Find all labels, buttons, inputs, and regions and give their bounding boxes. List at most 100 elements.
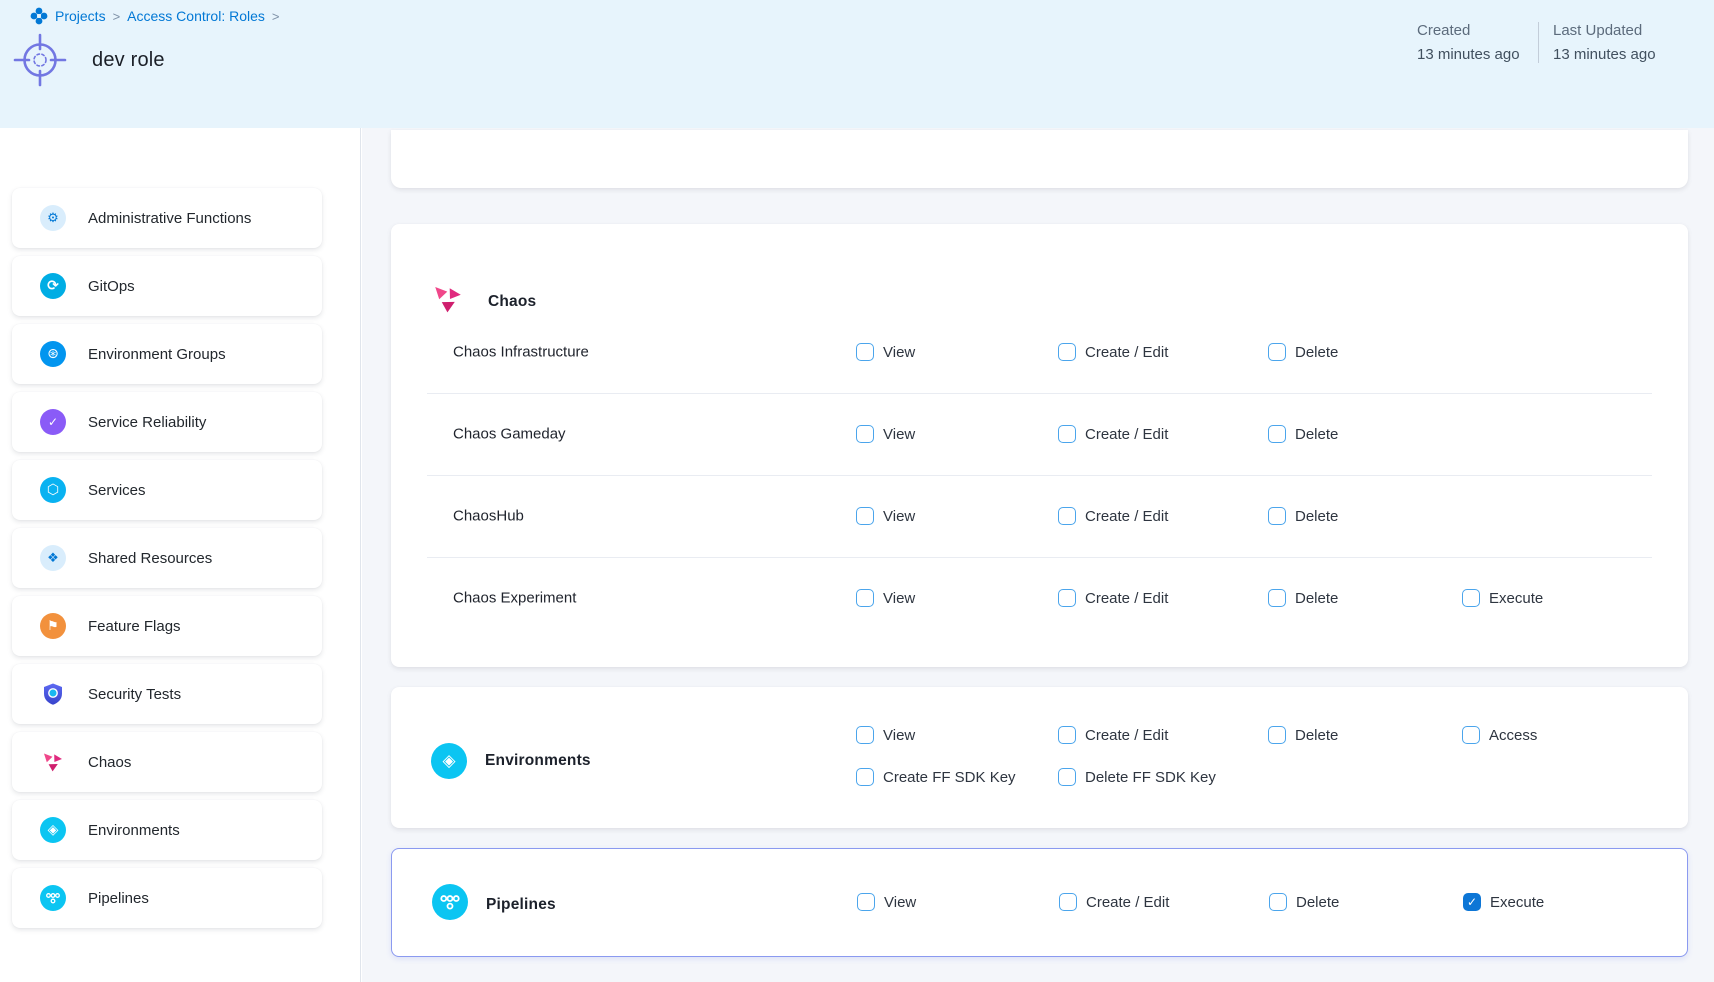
chaos-icon [40,749,66,775]
resource-label: Chaos Infrastructure [453,344,589,361]
permission-row-chaos-infrastructure: Chaos Infrastructure View Create / Edit … [391,311,1688,393]
checkbox-create-edit[interactable]: Create / Edit [1058,589,1168,607]
checkbox-label: Create FF SDK Key [883,769,1016,786]
sidebar-item-label: Environments [88,822,180,839]
checkbox-label: View [883,344,915,361]
checkbox-delete[interactable]: Delete [1269,893,1339,911]
checkbox-create-edit[interactable]: Create / Edit [1058,507,1168,525]
pipelines-permissions-card: Pipelines View Create / Edit Delete ✓ Ex… [391,848,1688,957]
gitops-icon: ⟳ [40,273,66,299]
checkbox-label: Delete FF SDK Key [1085,769,1216,786]
checkbox-box[interactable] [1268,726,1286,744]
checkbox-label: View [883,727,915,744]
checkbox-box[interactable] [856,343,874,361]
checkbox-view[interactable]: View [856,726,915,744]
meta-divider [1538,22,1539,63]
checkbox-label: Execute [1490,894,1544,911]
checkbox-box[interactable] [1058,507,1076,525]
checkbox-box[interactable] [1462,726,1480,744]
permission-row-chaos-gameday: Chaos Gameday View Create / Edit Delete [391,393,1688,475]
breadcrumb: Projects > Access Control: Roles > [30,7,279,25]
checkbox-box[interactable] [856,507,874,525]
checkbox-label: Delete [1295,508,1338,525]
checkbox-box[interactable] [1059,893,1077,911]
checkbox-label: Delete [1295,590,1338,607]
checkbox-create-edit[interactable]: Create / Edit [1058,425,1168,443]
checkbox-box-checked[interactable]: ✓ [1463,893,1481,911]
checkbox-create-edit[interactable]: Create / Edit [1058,726,1168,744]
checkbox-label: Create / Edit [1085,344,1168,361]
checkbox-access[interactable]: Access [1462,726,1537,744]
checkbox-label: View [884,894,916,911]
checkbox-box[interactable] [856,589,874,607]
sidebar-item-service-reliability[interactable]: ✓ Service Reliability [12,392,322,452]
checkbox-delete[interactable]: Delete [1268,343,1338,361]
checkbox-box[interactable] [1462,589,1480,607]
checkbox-box[interactable] [1058,726,1076,744]
sidebar-item-label: Environment Groups [88,346,226,363]
last-updated-value: 13 minutes ago [1553,46,1656,63]
checkbox-label: View [883,508,915,525]
checkbox-box[interactable] [1269,893,1287,911]
check-icon: ✓ [1467,895,1477,909]
checkbox-view[interactable]: View [856,425,915,443]
checkbox-delete[interactable]: Delete [1268,425,1338,443]
sidebar-item-pipelines[interactable]: Pipelines [12,868,322,928]
sidebar-item-shared-resources[interactable]: ❖ Shared Resources [12,528,322,588]
sidebar-item-services[interactable]: ⬡ Services [12,460,322,520]
pipelines-icon [40,885,66,911]
checkbox-execute-checked[interactable]: ✓ Execute [1463,893,1544,911]
sidebar-item-label: Service Reliability [88,414,206,431]
sidebar-item-environment-groups[interactable]: ⊛ Environment Groups [12,324,322,384]
sidebar-item-administrative-functions[interactable]: ⚙ Administrative Functions [12,188,322,248]
checkbox-label: Delete [1296,894,1339,911]
checkbox-label: Execute [1489,590,1543,607]
checkbox-view[interactable]: View [857,893,916,911]
checkbox-view[interactable]: View [856,507,915,525]
checkbox-view[interactable]: View [856,343,915,361]
checkbox-box[interactable] [1268,507,1286,525]
checkbox-create-edit[interactable]: Create / Edit [1059,893,1169,911]
service-reliability-icon: ✓ [40,409,66,435]
breadcrumb-chevron-icon: > [113,9,121,24]
last-updated-column: Last Updated 13 minutes ago [1553,22,1656,63]
checkbox-box[interactable] [1058,343,1076,361]
checkbox-view[interactable]: View [856,589,915,607]
permissions-panel: Chaos Chaos Infrastructure View Create /… [362,128,1714,982]
sidebar-item-chaos[interactable]: Chaos [12,732,322,792]
checkbox-box[interactable] [1268,343,1286,361]
checkbox-box[interactable] [856,726,874,744]
checkbox-delete[interactable]: Delete [1268,507,1338,525]
sidebar-item-security-tests[interactable]: Security Tests [12,664,322,724]
checkbox-box[interactable] [1058,589,1076,607]
checkbox-box[interactable] [856,768,874,786]
checkbox-create-edit[interactable]: Create / Edit [1058,343,1168,361]
checkbox-box[interactable] [1058,425,1076,443]
checkbox-label: Delete [1295,344,1338,361]
environments-permissions-line-2: Create FF SDK Key Delete FF SDK Key [391,759,1688,795]
checkbox-box[interactable] [1268,425,1286,443]
checkbox-delete[interactable]: Delete [1268,589,1338,607]
breadcrumb-link-access-control-roles[interactable]: Access Control: Roles [127,8,265,24]
checkbox-delete-ff-sdk-key[interactable]: Delete FF SDK Key [1058,768,1216,786]
checkbox-create-ff-sdk-key[interactable]: Create FF SDK Key [856,768,1016,786]
sidebar-item-feature-flags[interactable]: ⚑ Feature Flags [12,596,322,656]
previous-section-card-partial [391,130,1688,188]
sidebar-item-environments[interactable]: ◈ Environments [12,800,322,860]
checkbox-box[interactable] [1268,589,1286,607]
checkbox-label: View [883,426,915,443]
sidebar-item-gitops[interactable]: ⟳ GitOps [12,256,322,316]
checkbox-label: Delete [1295,727,1338,744]
checkbox-execute[interactable]: Execute [1462,589,1543,607]
checkbox-delete[interactable]: Delete [1268,726,1338,744]
page-title: dev role [92,49,165,72]
chaos-permissions-card: Chaos Chaos Infrastructure View Create /… [391,224,1688,667]
breadcrumb-link-projects[interactable]: Projects [55,8,106,24]
resource-category-sidebar: ⚙ Administrative Functions ⟳ GitOps ⊛ En… [0,128,361,982]
environments-icon: ◈ [40,817,66,843]
checkbox-box[interactable] [857,893,875,911]
section-title: Chaos [488,293,536,311]
checkbox-box[interactable] [1058,768,1076,786]
projects-clover-icon [30,7,48,25]
checkbox-box[interactable] [856,425,874,443]
